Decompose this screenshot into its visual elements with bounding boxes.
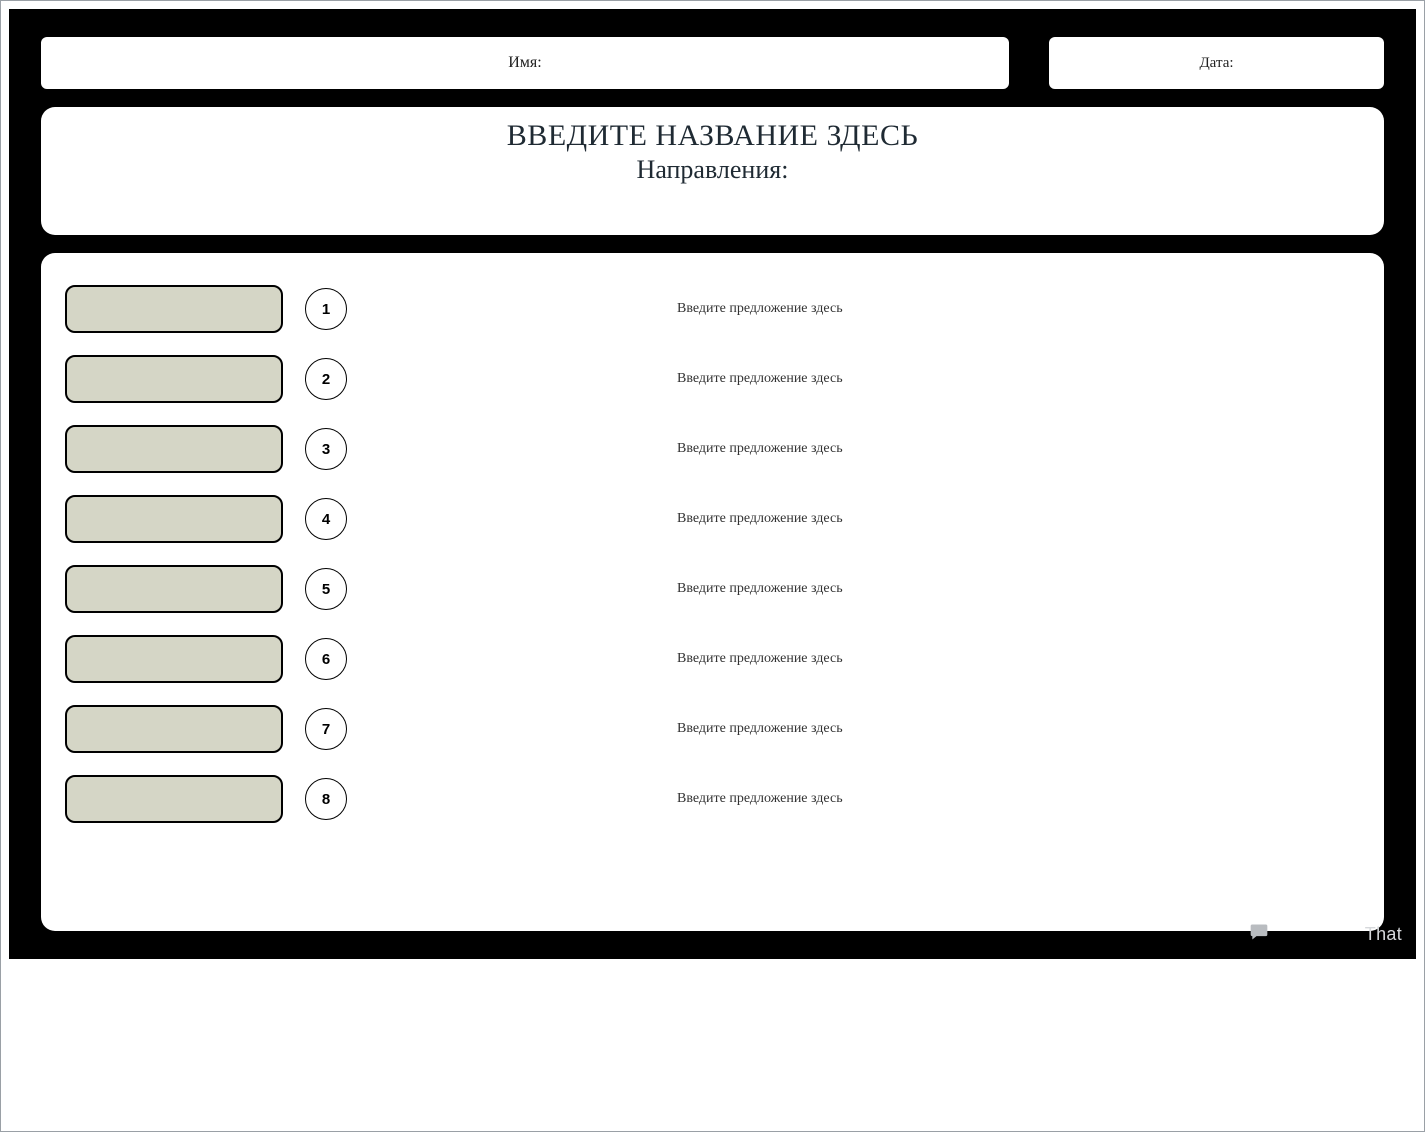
date-label: Дата:	[1199, 55, 1233, 72]
sentence-placeholder[interactable]: Введите предложение здесь	[677, 651, 843, 667]
sentence-placeholder[interactable]: Введите предложение здесь	[677, 441, 843, 457]
answer-slot[interactable]	[65, 565, 283, 613]
number-badge: 6	[305, 638, 347, 680]
sentence-placeholder[interactable]: Введите предложение здесь	[677, 371, 843, 387]
answer-slot[interactable]	[65, 705, 283, 753]
sentence-placeholder[interactable]: Введите предложение здесь	[677, 791, 843, 807]
number-badge: 3	[305, 428, 347, 470]
name-label: Имя:	[508, 54, 541, 72]
answer-slot[interactable]	[65, 495, 283, 543]
worksheet-frame: Имя: Дата: ВВЕДИТЕ НАЗВАНИЕ ЗДЕСЬ Направ…	[0, 0, 1425, 1132]
sentence-placeholder[interactable]: Введите предложение здесь	[677, 581, 843, 597]
answer-slot[interactable]	[65, 285, 283, 333]
worksheet-title: ВВЕДИТЕ НАЗВАНИЕ ЗДЕСЬ	[507, 119, 918, 153]
title-card: ВВЕДИТЕ НАЗВАНИЕ ЗДЕСЬ Направления:	[41, 107, 1384, 235]
answer-slot[interactable]	[65, 425, 283, 473]
sentence-placeholder[interactable]: Введите предложение здесь	[677, 301, 843, 317]
list-item: 7 Введите предложение здесь	[65, 705, 1360, 753]
sentence-placeholder[interactable]: Введите предложение здесь	[677, 511, 843, 527]
list-card: 1 Введите предложение здесь 2 Введите пр…	[41, 253, 1384, 931]
header-row: Имя: Дата:	[41, 37, 1384, 89]
footer-text: That	[1365, 924, 1402, 945]
list-item: 3 Введите предложение здесь	[65, 425, 1360, 473]
sentence-placeholder[interactable]: Введите предложение здесь	[677, 721, 843, 737]
list-item: 5 Введите предложение здесь	[65, 565, 1360, 613]
number-badge: 7	[305, 708, 347, 750]
answer-slot[interactable]	[65, 355, 283, 403]
list-item: 2 Введите предложение здесь	[65, 355, 1360, 403]
answer-slot[interactable]	[65, 775, 283, 823]
date-field[interactable]: Дата:	[1049, 37, 1384, 89]
number-badge: 1	[305, 288, 347, 330]
number-badge: 8	[305, 778, 347, 820]
number-badge: 5	[305, 568, 347, 610]
list-item: 1 Введите предложение здесь	[65, 285, 1360, 333]
list-item: 8 Введите предложение здесь	[65, 775, 1360, 823]
black-board: Имя: Дата: ВВЕДИТЕ НАЗВАНИЕ ЗДЕСЬ Направ…	[9, 9, 1416, 959]
list-item: 4 Введите предложение здесь	[65, 495, 1360, 543]
number-badge: 4	[305, 498, 347, 540]
answer-slot[interactable]	[65, 635, 283, 683]
list-item: 6 Введите предложение здесь	[65, 635, 1360, 683]
worksheet-subtitle: Направления:	[637, 155, 789, 185]
name-field[interactable]: Имя:	[41, 37, 1009, 89]
number-badge: 2	[305, 358, 347, 400]
chat-icon[interactable]	[1248, 922, 1270, 947]
footer: That	[1248, 922, 1402, 947]
